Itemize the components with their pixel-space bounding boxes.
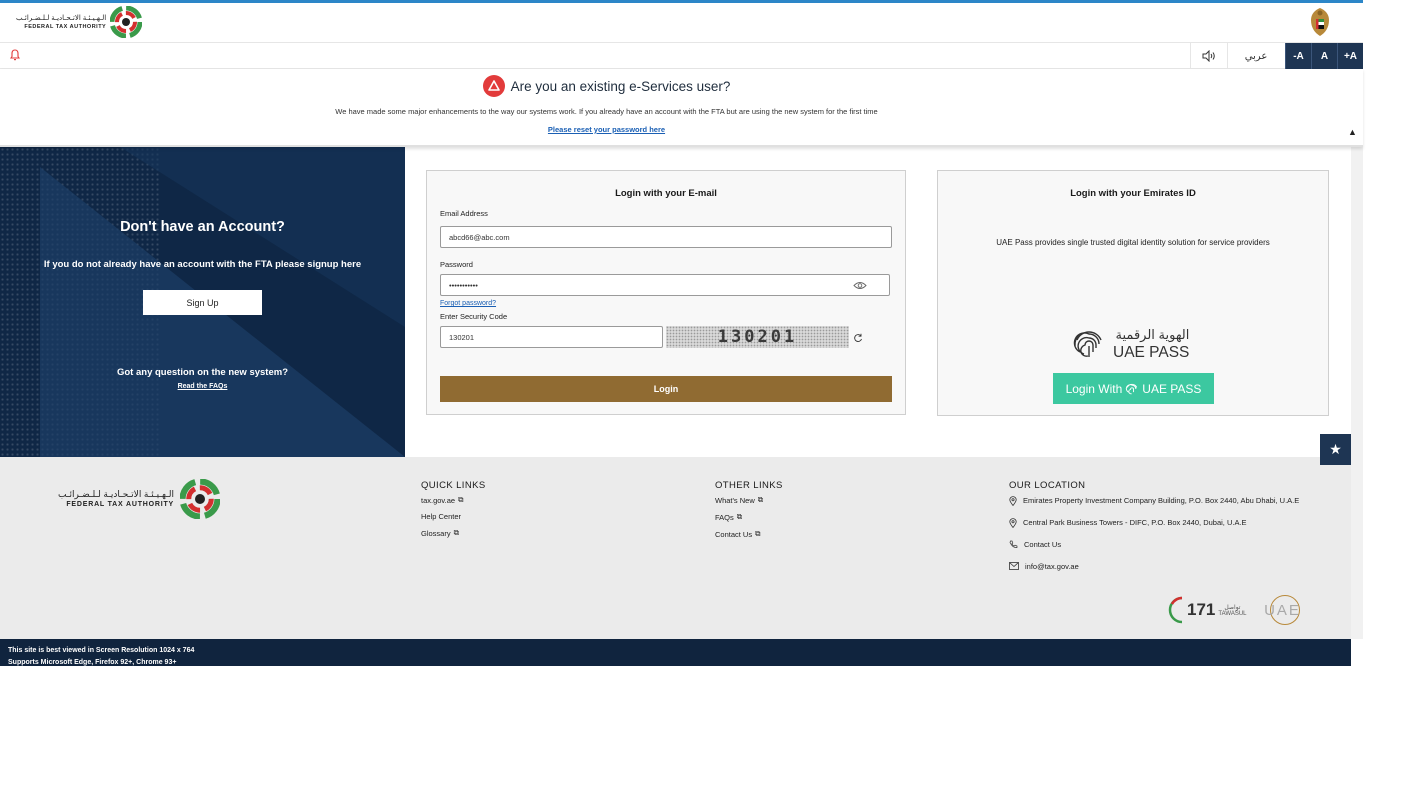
uae-brand-logo[interactable]: UAE bbox=[1261, 594, 1305, 626]
external-link-icon: ⧉ bbox=[453, 528, 459, 537]
login-with-uae-pass-button[interactable]: Login With UAE PASS bbox=[1053, 373, 1214, 404]
header: الـهـيـئـة الاتـحـاديـة لـلـضـرائـب FEDE… bbox=[0, 3, 1363, 43]
login-button[interactable]: Login bbox=[440, 376, 892, 402]
collapse-notice-icon[interactable]: ▲ bbox=[1348, 127, 1357, 137]
uae-pass-logo-english: UAE PASS bbox=[1113, 344, 1190, 361]
location-title: OUR LOCATION bbox=[1009, 480, 1086, 491]
location-column: OUR LOCATION Emirates Property Investmen… bbox=[1009, 480, 1309, 583]
quick-links-title: QUICK LINKS bbox=[421, 480, 486, 491]
other-links-column: OTHER LINKS What's New ⧉ FAQs ⧉ Contact Us… bbox=[715, 480, 783, 546]
page: الـهـيـئـة الاتـحـاديـة لـلـضـرائـب FEDE… bbox=[0, 0, 1414, 801]
show-password-eye-icon[interactable] bbox=[853, 281, 867, 290]
external-link-icon: ⧉ bbox=[755, 529, 761, 538]
tawasul-logo[interactable]: 171 تواصل TAWASUL bbox=[1168, 595, 1247, 625]
mail-icon bbox=[1009, 562, 1019, 570]
other-link-faqs[interactable]: FAQs ⧉ bbox=[715, 512, 783, 522]
password-input[interactable]: ••••••••••• bbox=[440, 274, 890, 296]
refresh-captcha-icon[interactable] bbox=[853, 333, 863, 343]
promo-question: Got any question on the new system? bbox=[116, 367, 289, 378]
font-reset-button[interactable]: A bbox=[1311, 43, 1337, 69]
read-faqs-link[interactable]: Read the FAQs bbox=[0, 383, 405, 390]
language-toggle[interactable]: عربي bbox=[1228, 43, 1284, 69]
alert-icon bbox=[482, 75, 505, 97]
security-code-label: Enter Security Code bbox=[440, 312, 508, 321]
tawasul-english: TAWASUL bbox=[1218, 610, 1247, 617]
other-link-whats-new[interactable]: What's New ⧉ bbox=[715, 495, 783, 505]
email-label: Email Address bbox=[440, 209, 488, 218]
footer-email[interactable]: info@tax.gov.ae bbox=[1009, 561, 1309, 573]
other-links-title: OTHER LINKS bbox=[715, 480, 783, 491]
phone-icon bbox=[1009, 540, 1018, 548]
fta-logo-arabic: الـهـيـئـة الاتـحـاديـة لـلـضـرائـب bbox=[16, 14, 107, 22]
quick-link-tax-gov[interactable]: tax.gov.ae ⧉ bbox=[421, 495, 486, 505]
fingerprint-icon bbox=[1073, 331, 1102, 357]
footer-logo-arabic: الـهـيـئـة الاتـحـاديـة لـلـضـرائـب bbox=[58, 488, 175, 499]
font-increase-button[interactable]: +A bbox=[1337, 43, 1363, 69]
email-login-card: Login with your E-mail Email Address abc… bbox=[426, 170, 906, 415]
email-input[interactable]: abcd66@abc.com bbox=[440, 226, 892, 248]
quick-link-help-center[interactable]: Help Center bbox=[421, 512, 486, 521]
resolution-note: This site is best viewed in Screen Resol… bbox=[8, 647, 195, 654]
other-link-contact-us[interactable]: Contact Us ⧉ bbox=[715, 529, 783, 539]
fta-logo-english: FEDERAL TAX AUTHORITY bbox=[24, 23, 107, 30]
tawasul-number: 171 bbox=[1187, 600, 1216, 619]
location-pin-icon bbox=[1009, 496, 1017, 506]
external-link-icon: ⧉ bbox=[757, 495, 764, 504]
address-dubai: Central Park Business Towers - DIFC, P.O… bbox=[1009, 517, 1309, 529]
uae-pass-button-prefix: Login With bbox=[1065, 381, 1123, 396]
sign-up-button[interactable]: Sign Up bbox=[143, 290, 262, 315]
footer-fta-logo-icon bbox=[180, 479, 221, 519]
browser-support-note: Supports Microsoft Edge, Firefox 92+, Ch… bbox=[8, 659, 177, 666]
uae-pass-button-brand: UAE PASS bbox=[1142, 381, 1202, 396]
favorite-star-button[interactable]: ★ bbox=[1320, 434, 1351, 465]
uae-pass-logo-arabic: الهوية الرقمية bbox=[1115, 327, 1190, 342]
eid-description: UAE Pass provides single trusted digital… bbox=[996, 238, 1270, 247]
uae-brand-text: UAE bbox=[1264, 601, 1301, 619]
signup-promo-panel: Don't have an Account? If you do not alr… bbox=[0, 147, 405, 457]
footer-logo-english: FEDERAL TAX AUTHORITY bbox=[66, 500, 175, 508]
promo-text: If you do not already have an account wi… bbox=[43, 259, 362, 270]
notice-title-text: Are you an existing e-Services user? bbox=[510, 78, 731, 94]
forgot-password-link[interactable]: Forgot password? bbox=[440, 300, 496, 307]
quick-link-glossary[interactable]: Glossary ⧉ bbox=[421, 528, 486, 538]
fta-logo-icon bbox=[110, 6, 143, 38]
font-decrease-button[interactable]: -A bbox=[1285, 43, 1311, 69]
existing-user-notice: Are you an existing e-Services user? We … bbox=[0, 69, 1363, 147]
external-link-icon: ⧉ bbox=[458, 495, 464, 504]
tawasul-arabic: تواصل bbox=[1224, 604, 1241, 611]
reset-password-link[interactable]: Please reset your password here bbox=[548, 125, 665, 134]
browser-support-bar: This site is best viewed in Screen Resol… bbox=[0, 639, 1351, 666]
security-code-input[interactable]: 130201 bbox=[440, 326, 663, 348]
captcha-image: 130201 bbox=[666, 326, 849, 348]
accessibility-toolbar: عربي -A A +A bbox=[0, 43, 1363, 69]
address-abu-dhabi: Emirates Property Investment Company Bui… bbox=[1009, 495, 1309, 507]
notification-bell-icon[interactable] bbox=[10, 49, 20, 61]
eid-login-title: Login with your Emirates ID bbox=[1070, 188, 1196, 199]
quick-links-column: QUICK LINKS tax.gov.ae ⧉ Help Center Glos… bbox=[421, 480, 486, 545]
text-to-speech-button[interactable] bbox=[1190, 43, 1228, 69]
promo-heading: Don't have an Account? bbox=[120, 219, 285, 235]
notice-title: Are you an existing e-Services user? bbox=[0, 75, 1213, 97]
location-pin-icon bbox=[1009, 518, 1017, 528]
password-label: Password bbox=[440, 260, 473, 269]
email-login-title: Login with your E-mail bbox=[615, 188, 717, 199]
uae-emblem-icon bbox=[1311, 8, 1329, 36]
tawasul-ring-icon bbox=[1168, 596, 1183, 624]
page-scrollbar[interactable] bbox=[1351, 147, 1363, 639]
partner-logos: 171 تواصل TAWASUL UAE bbox=[1168, 594, 1305, 626]
fta-logo[interactable]: الـهـيـئـة الاتـحـاديـة لـلـضـرائـب FEDE… bbox=[16, 6, 143, 38]
speaker-icon bbox=[1202, 50, 1215, 62]
captcha-text: 130201 bbox=[717, 327, 798, 347]
footer: الـهـيـئـة الاتـحـاديـة لـلـضـرائـب FEDE… bbox=[0, 457, 1351, 639]
footer-contact-us[interactable]: Contact Us bbox=[1009, 539, 1309, 551]
password-value: ••••••••••• bbox=[449, 280, 478, 290]
footer-fta-logo[interactable]: الـهـيـئـة الاتـحـاديـة لـلـضـرائـب FEDE… bbox=[58, 479, 221, 519]
emirates-id-login-card: Login with your Emirates ID UAE Pass pro… bbox=[937, 170, 1329, 416]
uae-pass-button-fingerprint-icon bbox=[1126, 383, 1138, 394]
notice-text: We have made some major enhancements to … bbox=[335, 107, 878, 116]
external-link-icon: ⧉ bbox=[736, 512, 743, 521]
uae-pass-logo: الهوية الرقمية UAE PASS bbox=[1071, 326, 1189, 362]
